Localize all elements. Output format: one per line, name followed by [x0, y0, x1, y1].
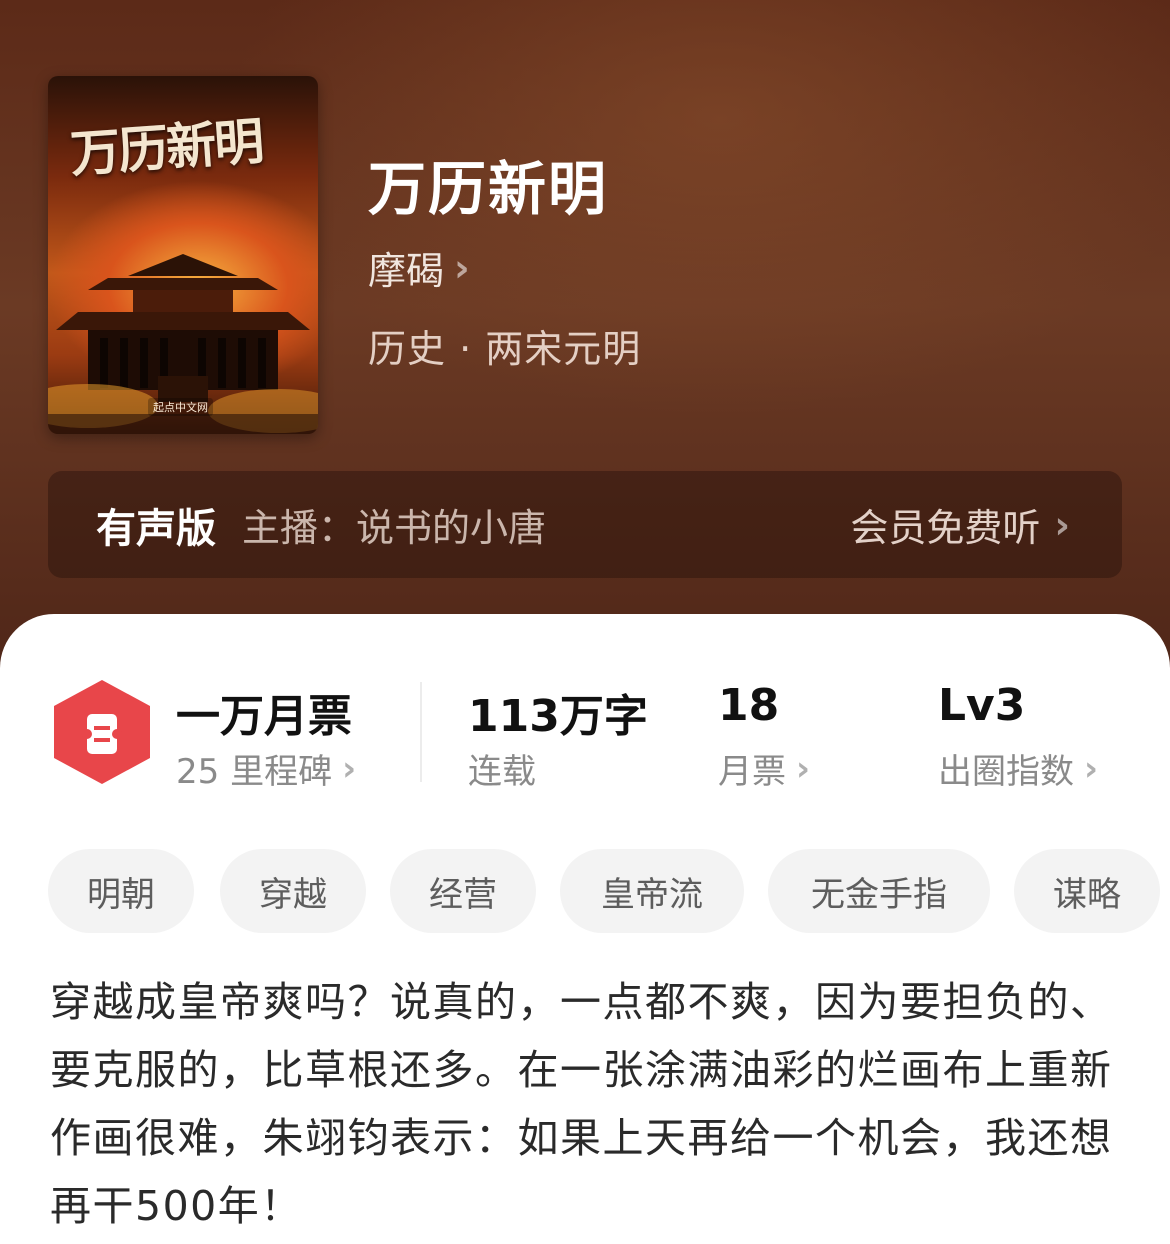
- chevron-right-icon: ›: [1054, 502, 1070, 547]
- monthly-ticket-title: 一万月票: [176, 691, 352, 742]
- tag-chip[interactable]: 无金手指: [768, 849, 990, 933]
- member-free-listen-label: 会员免费听: [850, 506, 1041, 550]
- monthly-votes-label: 月票: [718, 752, 786, 792]
- cover-publisher-mark: 起点中文网: [148, 398, 213, 416]
- book-title: 万历新明: [368, 155, 609, 223]
- tag-chip[interactable]: 经营: [390, 849, 536, 933]
- chevron-right-icon: ›: [454, 245, 470, 290]
- milestone-label: 25 里程碑: [176, 752, 333, 792]
- audio-label: 有声版: [96, 505, 216, 552]
- influence-index-link[interactable]: 出圈指数 ›: [938, 744, 1098, 793]
- chevron-right-icon: ›: [796, 748, 811, 789]
- member-free-listen-button[interactable]: 会员免费听 ›: [850, 471, 1070, 578]
- influence-level: Lv3: [938, 680, 1026, 731]
- monthly-votes-count: 18: [718, 680, 780, 731]
- word-count: 113万字: [468, 691, 648, 742]
- tag-chip[interactable]: 明朝: [48, 849, 194, 933]
- book-description: 穿越成皇帝爽吗？说真的，一点都不爽，因为要担负的、要克服的，比草根还多。在一张涂…: [50, 978, 1113, 1230]
- author-name: 摩碣: [368, 249, 445, 293]
- chevron-right-icon: ›: [342, 748, 357, 789]
- tag-chip[interactable]: 谋略: [1014, 849, 1160, 933]
- stats-divider: [420, 682, 422, 782]
- audio-version-bar[interactable]: 有声版 主播：说书的小唐 会员免费听 ›: [48, 471, 1122, 578]
- milestone-link[interactable]: 25 里程碑 ›: [176, 744, 356, 793]
- tag-list: 明朝 穿越 经营 皇帝流 无金手指 谋略: [48, 849, 1170, 933]
- chevron-right-icon: ›: [1084, 748, 1099, 789]
- audio-host: 主播：说书的小唐: [242, 506, 547, 550]
- monthly-ticket-icon[interactable]: [54, 680, 150, 784]
- tag-chip[interactable]: 皇帝流: [560, 849, 744, 933]
- monthly-votes-link[interactable]: 月票 ›: [718, 744, 810, 793]
- book-header: 万历新明 起点中文网 万历新明 摩碣 › 历史 · 两宋元明 有声版 主播：说书…: [0, 0, 1170, 680]
- tag-chip[interactable]: 穿越: [220, 849, 366, 933]
- serial-status: 连载: [468, 744, 536, 793]
- book-cover[interactable]: 万历新明 起点中文网: [48, 76, 318, 434]
- serial-status-label: 连载: [468, 752, 536, 792]
- book-category: 历史 · 两宋元明: [368, 327, 642, 371]
- influence-index-label: 出圈指数: [938, 752, 1074, 792]
- author-link[interactable]: 摩碣 ›: [368, 240, 470, 295]
